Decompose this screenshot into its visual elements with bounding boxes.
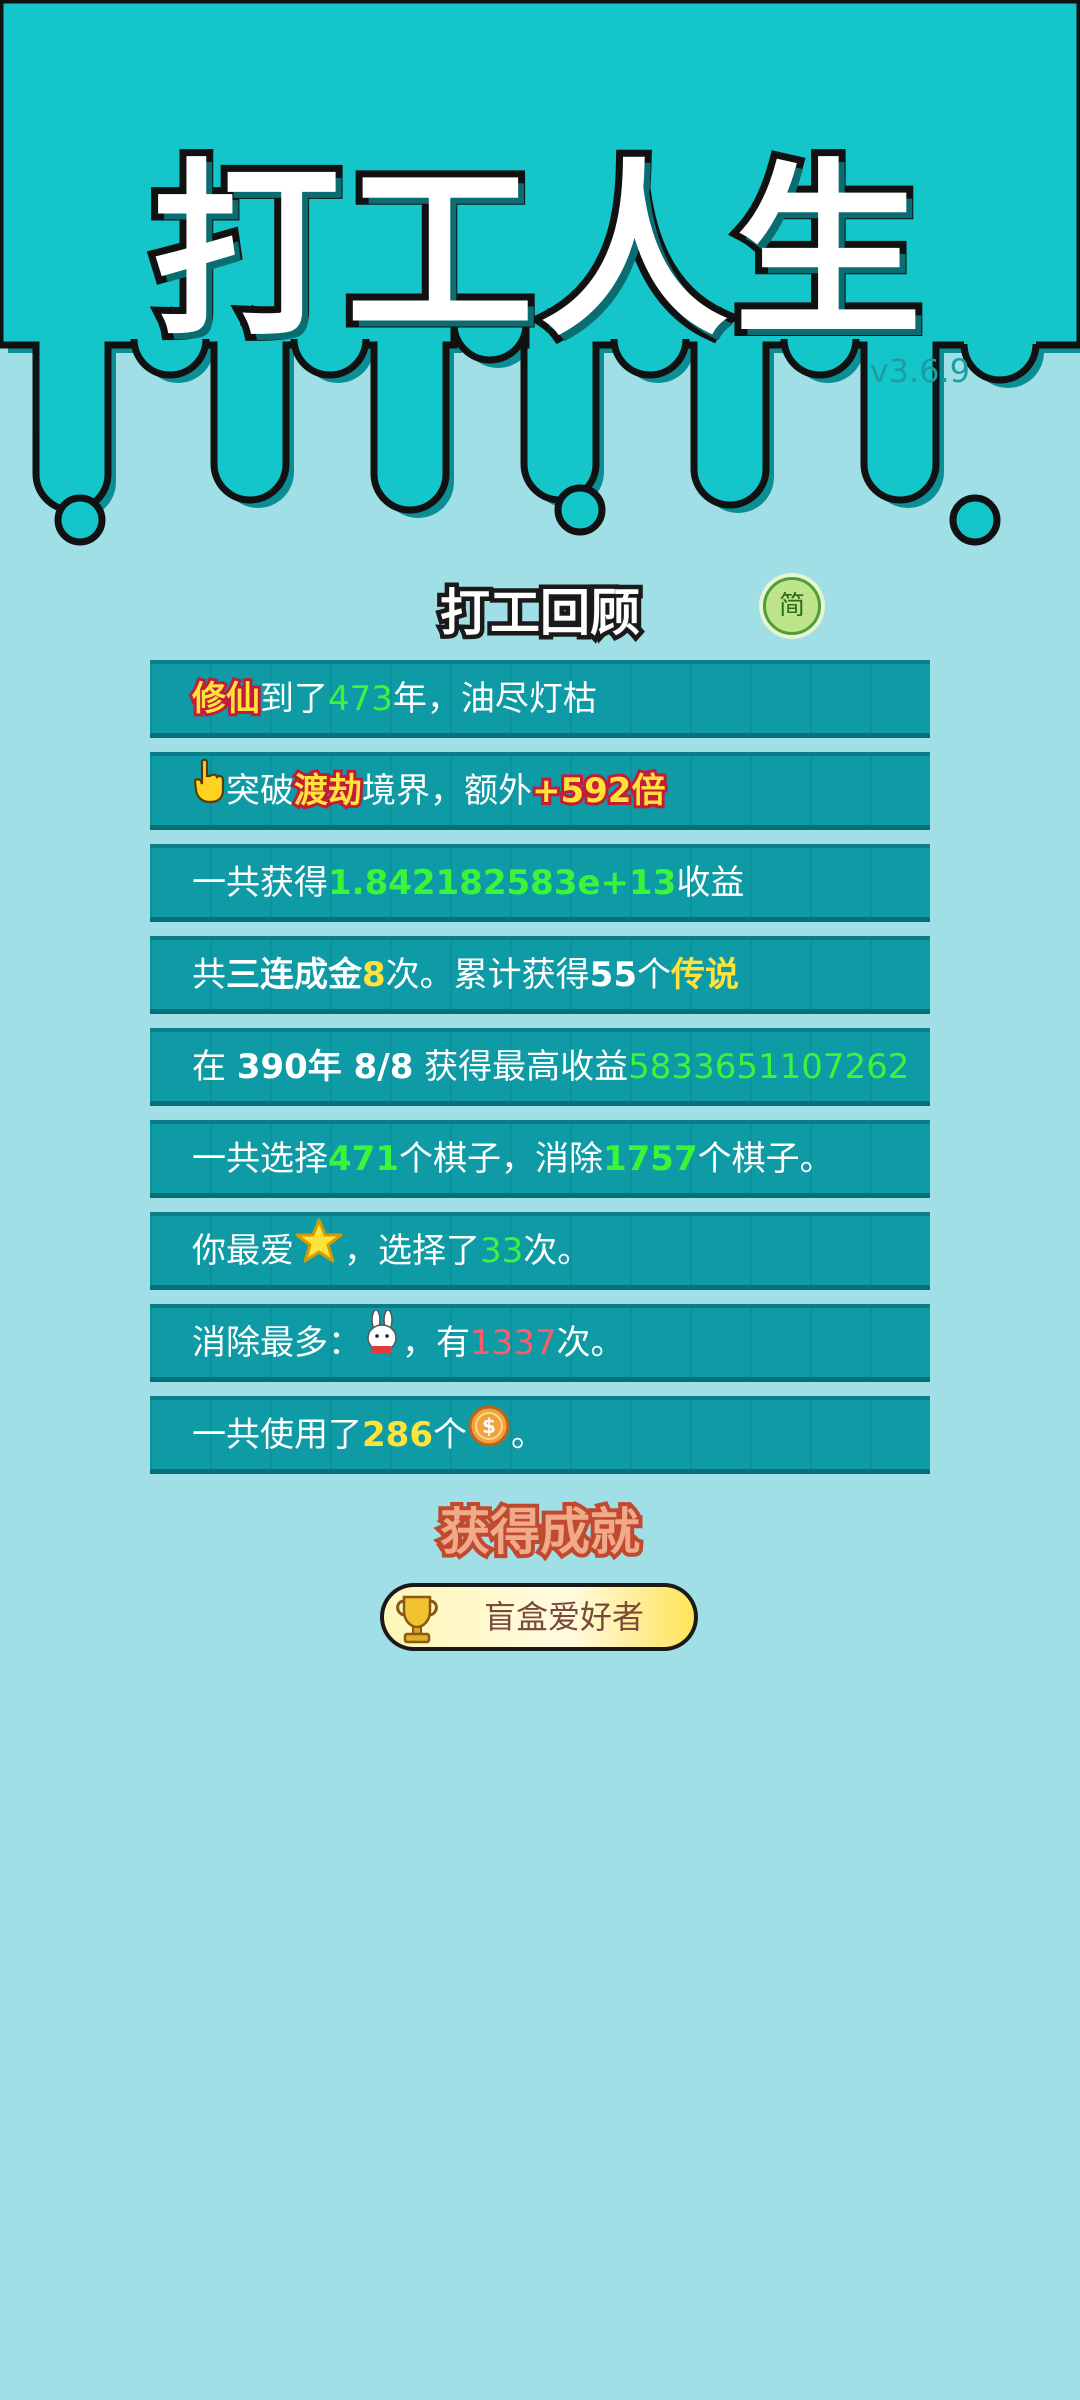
row-text: 你最爱: [192, 1231, 294, 1271]
row-text: 一共使用了: [192, 1415, 362, 1455]
row-text: 次。累计获得: [385, 955, 590, 995]
rabbit-icon: [362, 1308, 402, 1378]
row-text: 次。: [523, 1231, 592, 1271]
review-row: 一共获得1.842182583e+13收益: [150, 844, 930, 922]
review-row: 修仙到了473年，油尽灯枯: [150, 660, 930, 738]
row-text: 三连成金: [226, 955, 362, 995]
row-text: ，有: [402, 1323, 470, 1363]
row-text: 到了: [260, 679, 328, 719]
row-text: 。: [510, 1415, 545, 1455]
review-row: 在 390年 8/8 获得最高收益5833651107262: [150, 1028, 930, 1106]
row-text: 渡劫: [291, 768, 365, 814]
row-text: 1757: [602, 1139, 698, 1179]
review-row: 一共使用了286个 $ 。: [150, 1396, 930, 1474]
row-text: 个棋子，消除: [398, 1139, 603, 1179]
app-title: 打工人生: [145, 136, 929, 369]
achievement-label: 盲盒爱好者: [484, 1598, 645, 1636]
row-text: 在: [192, 1047, 237, 1087]
row-text: 8: [362, 955, 386, 995]
row-text: 个: [637, 955, 671, 995]
row-text: ，选择了: [344, 1231, 480, 1271]
review-row: 消除最多： ，有1337次。: [150, 1304, 930, 1382]
review-title: 打工回顾: [436, 580, 645, 647]
row-text: 1.842182583e+13: [328, 863, 677, 903]
row-text: 286: [362, 1415, 433, 1455]
row-text: 390年 8/8: [236, 1047, 414, 1087]
review-row: 你最爱 ，选择了33次。: [150, 1212, 930, 1290]
row-text: 获得最高收益: [413, 1047, 629, 1087]
version-label: v3.6.9: [869, 352, 970, 390]
svg-text:$: $: [482, 1414, 496, 1438]
row-text: 个: [432, 1415, 467, 1455]
row-text: 个棋子。: [697, 1139, 834, 1179]
row-text: 一共获得: [192, 863, 328, 903]
review-row: 一共选择471个棋子，消除1757个棋子。: [150, 1120, 930, 1198]
review-row: 突破渡劫境界，额外+592倍: [150, 752, 930, 830]
row-text: 5833651107262: [628, 1047, 910, 1087]
row-text: 收益: [676, 863, 745, 903]
row-text: 修仙: [189, 676, 263, 722]
achievements-title: 获得成就: [436, 1499, 644, 1565]
row-text: 境界，额外: [362, 771, 532, 811]
achievement-badge[interactable]: 盲盒爱好者: [380, 1583, 698, 1651]
row-text: 年，油尽灯枯: [392, 679, 597, 719]
review-row: 共三连成金8次。累计获得55个传说: [150, 936, 930, 1014]
language-toggle-button[interactable]: 简: [763, 577, 821, 635]
row-text: 次。: [556, 1323, 625, 1363]
trophy-icon: [396, 1595, 438, 1644]
row-text: 473: [328, 679, 393, 719]
row-text: 一共选择: [192, 1139, 328, 1179]
coin-icon: $: [467, 1402, 511, 1470]
row-text: +592倍: [529, 768, 668, 814]
row-text: 55: [589, 955, 637, 995]
row-text: 消除最多：: [192, 1323, 362, 1363]
review-list: 修仙到了473年，油尽灯枯 突破渡劫境界，额外+592倍 一共获得1.8421825…: [150, 660, 930, 1488]
row-text: 33: [480, 1231, 524, 1271]
star-icon: [294, 1217, 344, 1286]
hand-pointer-icon: [192, 758, 226, 826]
row-text: 471: [328, 1139, 399, 1179]
row-text: 传说: [671, 955, 739, 995]
row-text: 突破: [226, 771, 294, 811]
row-text: 共: [192, 955, 226, 995]
row-text: 1337: [470, 1323, 557, 1363]
